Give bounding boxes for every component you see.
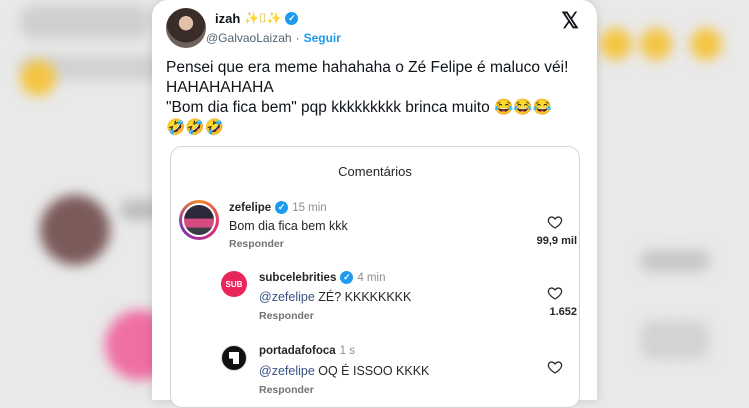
verified-badge-icon: ✓	[285, 12, 299, 25]
comment-text: @zefelipe OQ É ISSOO KKKK	[259, 364, 429, 378]
author-name-row: izah ✨⌷✨ ✓	[215, 11, 299, 26]
like-heart-icon[interactable]	[547, 214, 563, 230]
comment-username[interactable]: subcelebrities	[259, 272, 336, 284]
sub-avatar-text: SUB	[225, 279, 243, 289]
comment-time: 4 min	[357, 271, 386, 284]
comment-body: ZÉ? KKKKKKKK	[314, 290, 412, 304]
reply-button[interactable]: Responder	[259, 310, 314, 322]
portadafofoca-avatar[interactable]	[221, 345, 247, 371]
follow-button[interactable]: Seguir	[304, 31, 341, 45]
instagram-comments-embed: Comentários zefelipe ✓ 15 min Bom dia fi…	[170, 146, 580, 408]
like-heart-icon[interactable]	[547, 285, 563, 301]
tweet-text: Pensei que era meme hahahaha o Zé Felipe…	[166, 59, 569, 136]
comment-username[interactable]: zefelipe	[229, 202, 271, 214]
comment-text: @zefelipe ZÉ? KKKKKKKK	[259, 290, 411, 304]
author-handle[interactable]: @GalvaoLaizah	[206, 31, 292, 45]
handle-separator: ·	[295, 31, 300, 45]
comments-title: Comentários	[338, 164, 412, 179]
comment-time: 1 s	[339, 345, 356, 357]
like-count: 1.652	[549, 306, 577, 318]
verified-badge-icon: ✓	[275, 201, 289, 214]
like-heart-icon[interactable]	[547, 359, 563, 375]
author-avatar[interactable]	[166, 8, 206, 48]
x-logo-icon[interactable]: 𝕏	[561, 8, 579, 34]
name-sparkles: ✨⌷✨	[244, 11, 282, 25]
verified-badge-icon: ✓	[340, 271, 354, 284]
comment-header: subcelebrities ✓ 4 min	[259, 271, 385, 284]
tweet-card: izah ✨⌷✨ ✓ @GalvaoLaizah · Seguir 𝕏 Pens…	[152, 0, 597, 408]
like-count: 99,9 mil	[536, 235, 577, 247]
author-display-name[interactable]: izah	[215, 11, 240, 26]
reply-button[interactable]: Responder	[259, 384, 314, 396]
author-handle-row: @GalvaoLaizah · Seguir	[206, 31, 341, 45]
subcelebrities-avatar[interactable]: SUB	[221, 271, 247, 297]
comment-mention[interactable]: @zefelipe	[259, 290, 315, 304]
comment-mention[interactable]: @zefelipe	[259, 364, 315, 378]
comment-text: Bom dia fica bem kkk	[229, 219, 348, 233]
zefelipe-avatar[interactable]	[179, 200, 219, 240]
comment-header: zefelipe ✓ 15 min	[229, 201, 327, 214]
comment-body: OQ É ISSOO KKKK	[314, 364, 430, 378]
comment-time: 15 min	[292, 201, 327, 214]
comment-header: portadafofoca 1 s	[259, 345, 355, 357]
comment-username[interactable]: portadafofoca	[259, 345, 336, 357]
reply-button[interactable]: Responder	[229, 238, 284, 250]
